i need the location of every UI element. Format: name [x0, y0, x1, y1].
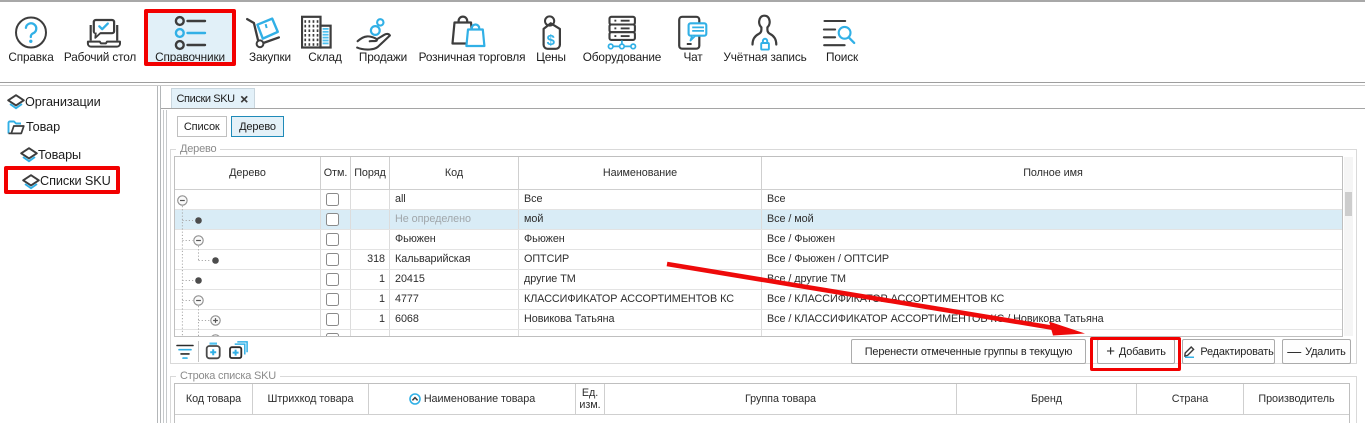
svg-text:$: $	[547, 32, 556, 49]
